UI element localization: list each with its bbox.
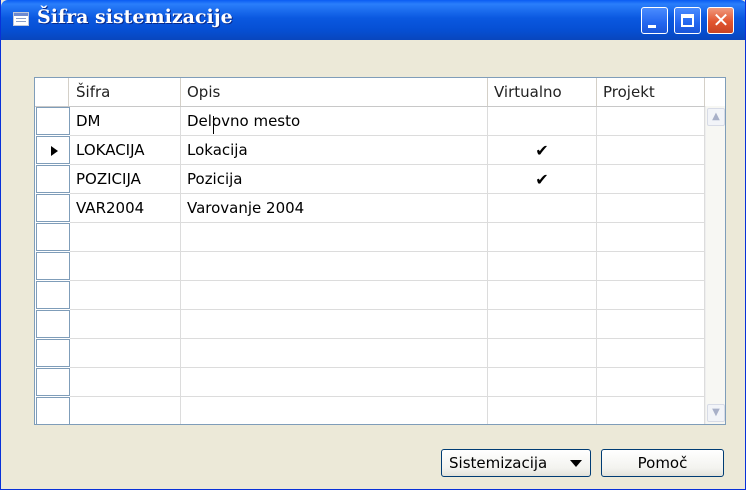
cell-opis[interactable]: Delovno mesto — [181, 107, 488, 136]
cell-virtualno[interactable]: ✔ — [488, 136, 597, 165]
cell-projekt[interactable] — [597, 223, 705, 252]
cell-sifra[interactable] — [70, 339, 181, 368]
cell-projekt[interactable] — [597, 397, 705, 424]
cell-opis[interactable]: Varovanje 2004 — [181, 194, 488, 223]
table-row[interactable] — [35, 368, 705, 397]
column-header-sifra[interactable]: Šifra — [70, 78, 181, 106]
cell-virtualno[interactable] — [488, 223, 597, 252]
table-row[interactable] — [35, 339, 705, 368]
cell-opis[interactable] — [181, 281, 488, 310]
grid-header: Šifra Opis Virtualno Projekt — [35, 78, 725, 107]
column-header-opis[interactable]: Opis — [181, 78, 488, 106]
cell-sifra[interactable] — [70, 281, 181, 310]
cell-virtualno[interactable]: ✔ — [488, 165, 597, 194]
row-selector[interactable] — [36, 397, 70, 424]
cell-sifra[interactable] — [70, 223, 181, 252]
data-grid[interactable]: Šifra Opis Virtualno Projekt DM Delovno m… — [34, 77, 726, 425]
row-selector[interactable] — [36, 368, 70, 396]
cell-sifra[interactable] — [70, 310, 181, 339]
cell-opis[interactable] — [181, 252, 488, 281]
cell-projekt[interactable] — [597, 107, 705, 136]
cell-projekt[interactable] — [597, 339, 705, 368]
table-icon — [13, 12, 29, 26]
row-selector[interactable] — [36, 194, 70, 222]
column-header-projekt[interactable]: Projekt — [597, 78, 705, 106]
text-cursor — [213, 116, 214, 134]
row-selector[interactable] — [36, 252, 70, 280]
cell-projekt[interactable] — [597, 165, 705, 194]
row-selector-header — [35, 78, 69, 106]
table-row[interactable] — [35, 397, 705, 424]
cell-sifra[interactable]: LOKACIJA — [70, 136, 181, 165]
cell-virtualno[interactable] — [488, 194, 597, 223]
row-selector[interactable] — [36, 310, 70, 338]
sistemizacija-menu-button[interactable]: Sistemizacija — [441, 449, 591, 477]
title-bar[interactable]: Šifra sistemizacije ✕ — [1, 0, 745, 40]
cell-sifra[interactable]: VAR2004 — [70, 194, 181, 223]
column-header-virtualno[interactable]: Virtualno — [488, 78, 597, 106]
table-row[interactable]: DM Delovno mesto — [35, 107, 705, 136]
cell-virtualno[interactable] — [488, 281, 597, 310]
cell-opis[interactable] — [181, 310, 488, 339]
cell-projekt[interactable] — [597, 310, 705, 339]
close-icon: ✕ — [712, 8, 730, 32]
cell-virtualno[interactable] — [488, 368, 597, 397]
row-selector[interactable] — [36, 165, 70, 193]
sistemizacija-button-label: Sistemizacija — [449, 454, 548, 472]
scroll-down-button[interactable]: ▼ — [707, 404, 725, 422]
table-row[interactable]: VAR2004 Varovanje 2004 — [35, 194, 705, 223]
window-title: Šifra sistemizacije — [37, 6, 233, 28]
scroll-up-button[interactable]: ▲ — [707, 108, 725, 126]
cell-projekt[interactable] — [597, 368, 705, 397]
cell-virtualno[interactable] — [488, 252, 597, 281]
table-row[interactable] — [35, 310, 705, 339]
maximize-icon — [681, 14, 694, 27]
table-row[interactable] — [35, 252, 705, 281]
row-selector[interactable] — [36, 339, 70, 367]
close-button[interactable]: ✕ — [707, 7, 734, 34]
cell-sifra[interactable] — [70, 252, 181, 281]
cell-opis[interactable] — [181, 397, 488, 424]
cell-projekt[interactable] — [597, 194, 705, 223]
cell-projekt[interactable] — [597, 281, 705, 310]
row-selector[interactable] — [36, 223, 70, 251]
window: Šifra sistemizacije ✕ Šifra Opis Virtual… — [0, 0, 746, 490]
cell-opis[interactable] — [181, 368, 488, 397]
help-button[interactable]: Pomoč — [601, 449, 724, 477]
cell-opis[interactable]: Lokacija — [181, 136, 488, 165]
row-selector[interactable] — [36, 136, 70, 164]
cell-sifra[interactable]: DM — [70, 107, 181, 136]
cell-opis[interactable]: Pozicija — [181, 165, 488, 194]
table-row[interactable] — [35, 281, 705, 310]
vertical-scrollbar[interactable]: ▲ ▼ — [705, 106, 725, 424]
cell-opis[interactable] — [181, 223, 488, 252]
cell-projekt[interactable] — [597, 136, 705, 165]
cell-virtualno[interactable] — [488, 107, 597, 136]
cell-virtualno[interactable] — [488, 310, 597, 339]
minimize-icon — [648, 25, 656, 28]
cell-virtualno[interactable] — [488, 339, 597, 368]
row-selector[interactable] — [36, 107, 70, 135]
table-row[interactable]: LOKACIJA Lokacija ✔ — [35, 136, 705, 165]
cell-projekt[interactable] — [597, 252, 705, 281]
maximize-button[interactable] — [674, 7, 701, 34]
cell-opis[interactable] — [181, 339, 488, 368]
table-row[interactable] — [35, 223, 705, 252]
cell-sifra[interactable] — [70, 397, 181, 424]
dropdown-arrow-icon — [570, 460, 582, 467]
cell-sifra[interactable]: POZICIJA — [70, 165, 181, 194]
cell-virtualno[interactable] — [488, 397, 597, 424]
row-selector[interactable] — [36, 281, 70, 309]
cell-sifra[interactable] — [70, 368, 181, 397]
minimize-button[interactable] — [641, 7, 668, 34]
table-row[interactable]: POZICIJA Pozicija ✔ — [35, 165, 705, 194]
